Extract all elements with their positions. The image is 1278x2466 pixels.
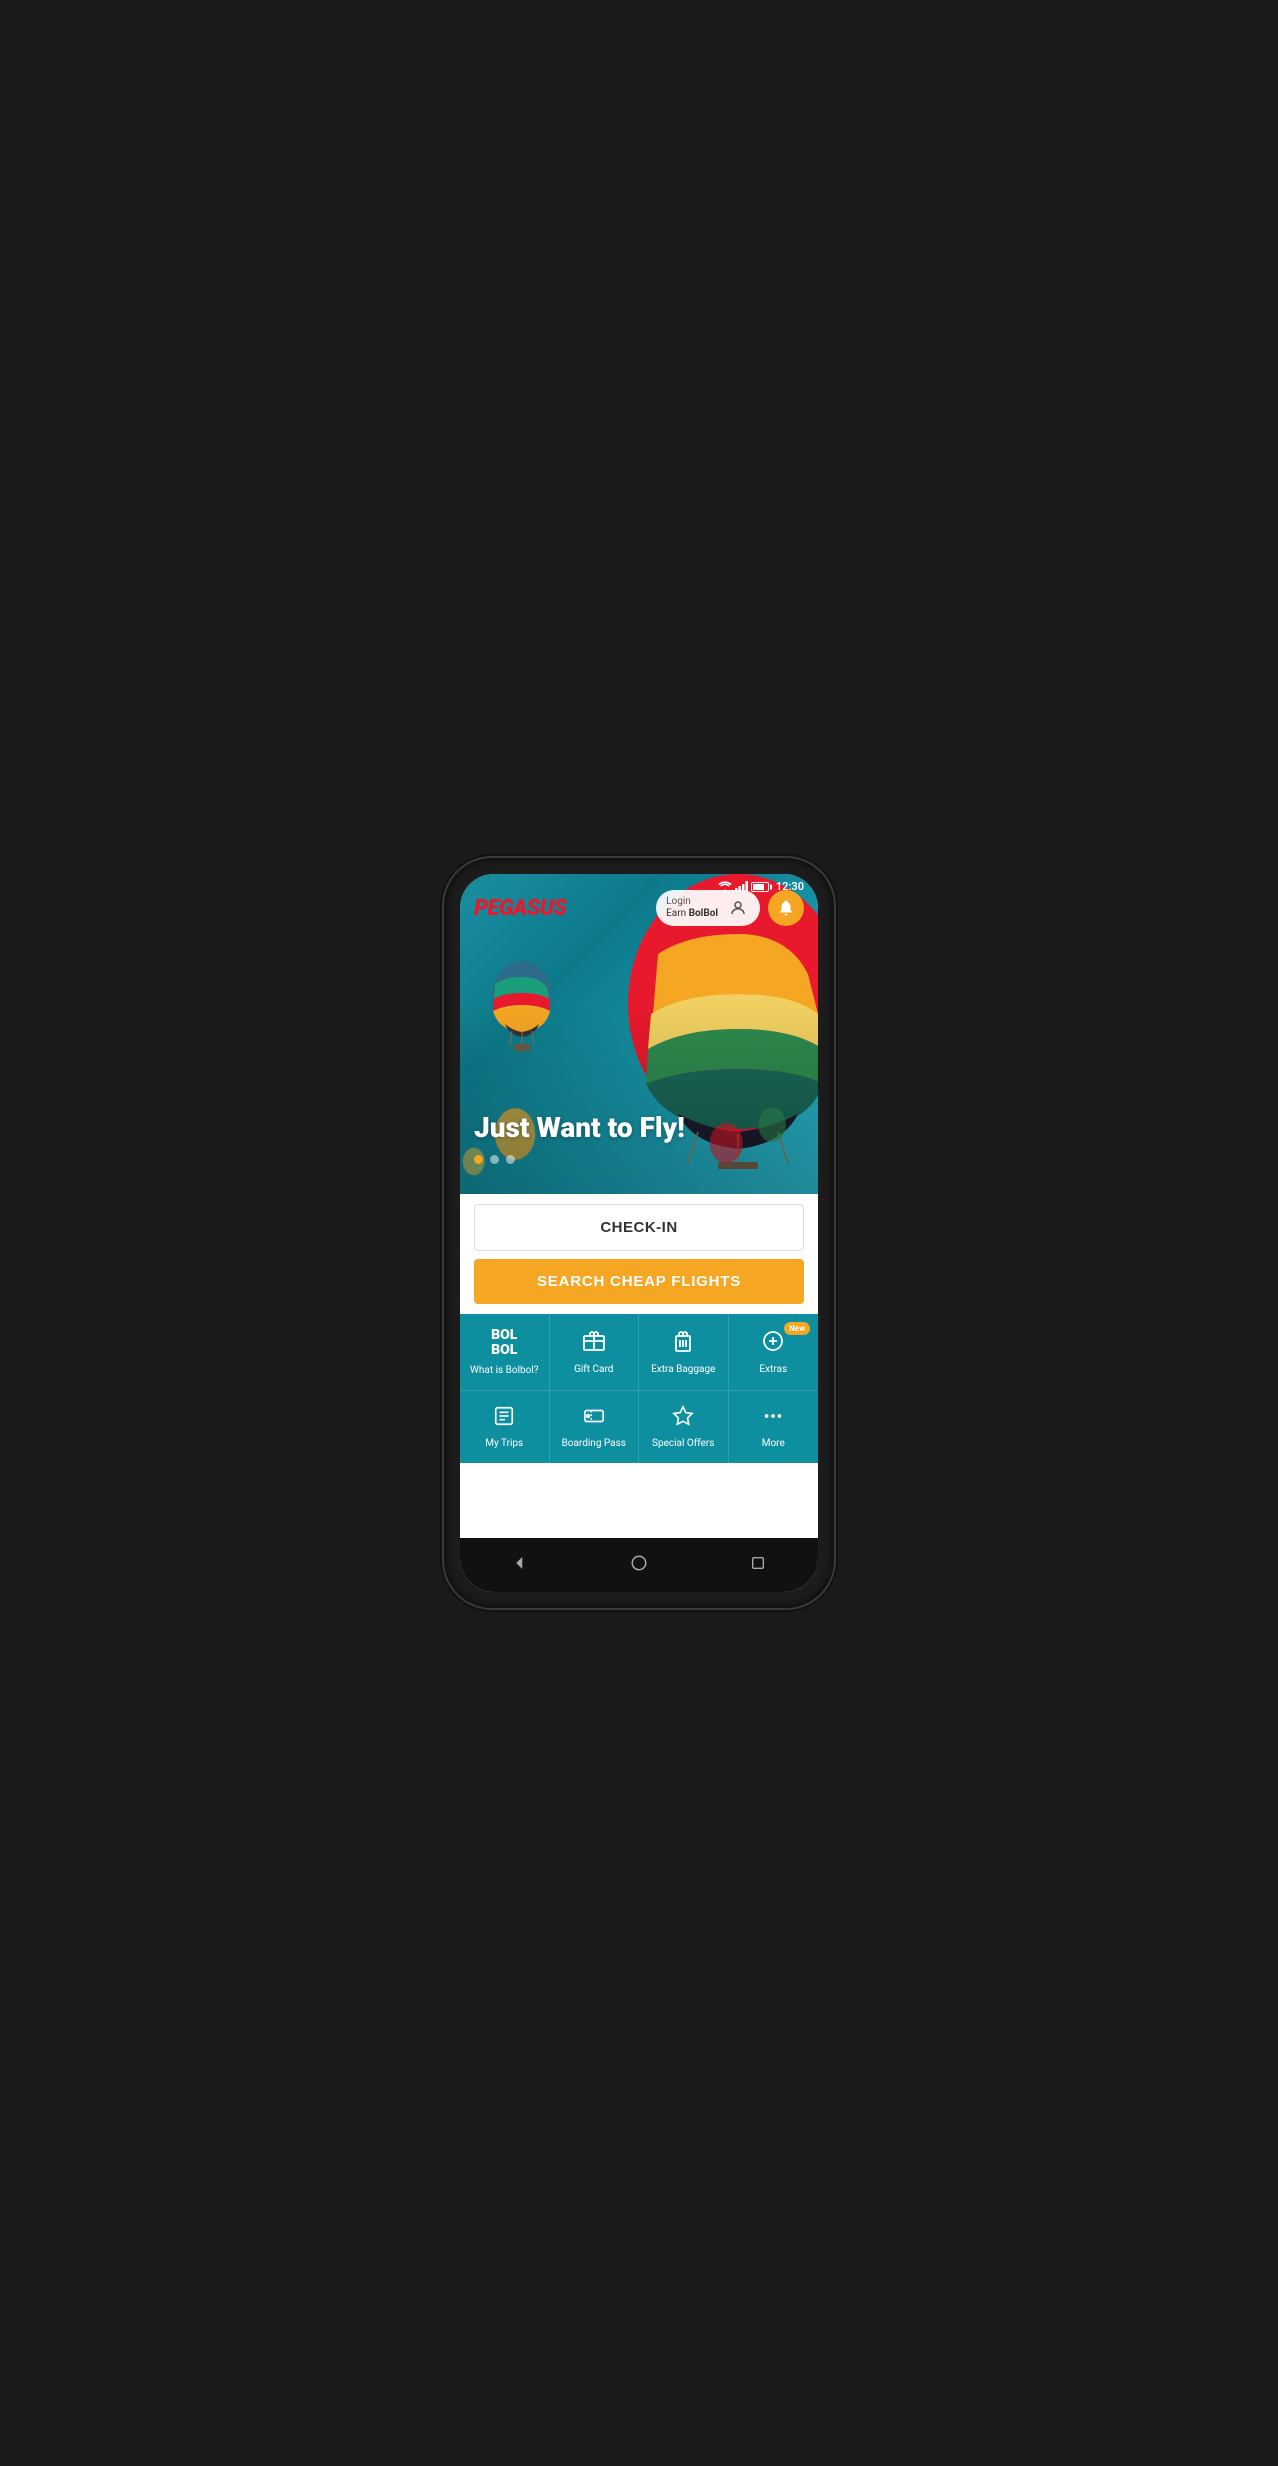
trips-icon bbox=[493, 1405, 515, 1432]
boarding-icon bbox=[583, 1405, 605, 1432]
more-icon bbox=[762, 1405, 784, 1432]
phone-screen: 12:30 bbox=[460, 874, 818, 1592]
grid-item-more[interactable]: More bbox=[729, 1391, 819, 1463]
dot-1[interactable] bbox=[474, 1155, 483, 1164]
boarding-pass-label: Boarding Pass bbox=[562, 1438, 626, 1449]
grid-item-bolbol[interactable]: BOLBOL What is Bolbol? bbox=[460, 1314, 550, 1391]
bolbol-label: What is Bolbol? bbox=[470, 1365, 539, 1376]
extras-label: Extras bbox=[759, 1364, 787, 1375]
login-label: Login bbox=[666, 896, 718, 908]
grid-menu-row1: BOLBOL What is Bolbol? Gift Card bbox=[460, 1314, 818, 1391]
status-icons bbox=[718, 881, 769, 892]
earn-label: Earn BolBol bbox=[666, 908, 718, 920]
trips-label: My Trips bbox=[485, 1438, 523, 1449]
status-bar: 12:30 bbox=[460, 874, 818, 893]
gift-icon bbox=[582, 1329, 606, 1358]
status-time: 12:30 bbox=[776, 880, 804, 893]
baggage-icon bbox=[671, 1329, 695, 1358]
dot-2[interactable] bbox=[490, 1155, 499, 1164]
recents-button[interactable] bbox=[738, 1548, 778, 1578]
user-icon bbox=[726, 896, 750, 920]
grid-item-boarding-pass[interactable]: Boarding Pass bbox=[550, 1391, 640, 1463]
login-button[interactable]: Login Earn BolBol bbox=[656, 890, 760, 926]
extras-icon bbox=[761, 1329, 785, 1358]
earn-text: Earn bbox=[666, 908, 686, 919]
checkin-button[interactable]: CHECK-IN bbox=[474, 1204, 804, 1251]
grid-item-my-trips[interactable]: My Trips bbox=[460, 1391, 550, 1463]
grid-menu-row2: My Trips Boarding Pass bbox=[460, 1391, 818, 1463]
new-badge: New bbox=[784, 1322, 810, 1335]
more-label: More bbox=[762, 1438, 785, 1449]
special-offers-label: Special Offers bbox=[652, 1438, 714, 1449]
pegasus-logo: PEGASUS bbox=[474, 896, 566, 921]
nav-bar bbox=[460, 1538, 818, 1592]
grid-item-gift-card[interactable]: Gift Card bbox=[550, 1314, 640, 1391]
offers-icon bbox=[672, 1405, 694, 1432]
notification-button[interactable] bbox=[768, 890, 804, 926]
hero-dots bbox=[474, 1155, 515, 1164]
wifi-icon bbox=[718, 881, 732, 892]
phone-frame: 12:30 bbox=[444, 858, 834, 1608]
hero-header: PEGASUS Login Earn BolBol bbox=[460, 890, 818, 926]
buttons-section: CHECK-IN SEARCH CHEAP FLIGHTS bbox=[460, 1194, 818, 1314]
signal-icon bbox=[735, 881, 748, 892]
gift-card-label: Gift Card bbox=[574, 1364, 613, 1375]
grid-item-extras[interactable]: New Extras bbox=[729, 1314, 819, 1391]
bolbol-icon-text: BOLBOL bbox=[491, 1328, 517, 1359]
back-button[interactable] bbox=[500, 1548, 540, 1578]
hero-tagline: Just Want to Fly! bbox=[474, 1112, 685, 1144]
battery-icon bbox=[751, 882, 769, 892]
grid-item-baggage[interactable]: Extra Baggage bbox=[639, 1314, 729, 1391]
bolbol-earn-text: BolBol bbox=[689, 908, 718, 919]
header-right: Login Earn BolBol bbox=[656, 890, 804, 926]
dot-3[interactable] bbox=[506, 1155, 515, 1164]
grid-item-special-offers[interactable]: Special Offers bbox=[639, 1391, 729, 1463]
search-flights-button[interactable]: SEARCH CHEAP FLIGHTS bbox=[474, 1259, 804, 1304]
home-button[interactable] bbox=[619, 1548, 659, 1578]
baggage-label: Extra Baggage bbox=[651, 1364, 715, 1375]
hero-section: 12:30 bbox=[460, 874, 818, 1194]
